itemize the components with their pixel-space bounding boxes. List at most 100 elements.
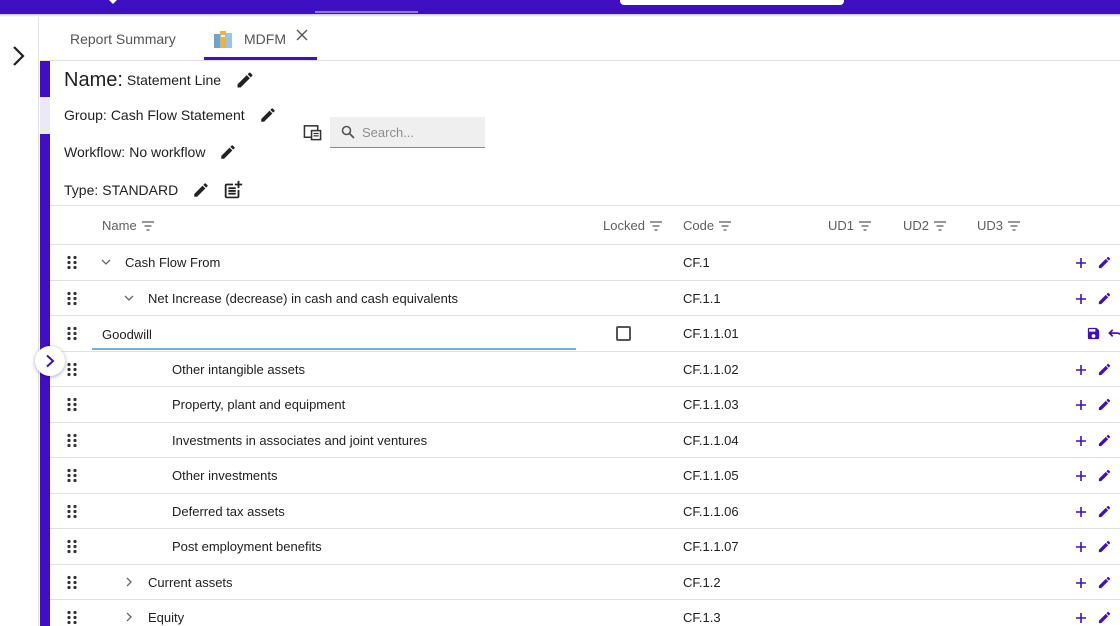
global-search-field[interactable] <box>620 0 844 5</box>
drag-handle-icon[interactable] <box>66 397 78 412</box>
row-name: Property, plant and equipment <box>172 397 346 412</box>
search-field[interactable] <box>330 117 485 148</box>
row-code: CF.1.1.04 <box>683 432 739 448</box>
chevron-right-icon[interactable] <box>123 611 135 623</box>
table-row[interactable]: Other investments CF.1.1.05 <box>50 458 1120 494</box>
expand-panel-button[interactable] <box>35 346 65 376</box>
filter-icon[interactable] <box>649 220 662 231</box>
undo-icon[interactable] <box>1108 327 1120 340</box>
chevron-right-icon[interactable] <box>8 44 30 68</box>
row-code: CF.1.1.02 <box>683 361 739 377</box>
filter-icon[interactable] <box>1008 220 1021 231</box>
section-accent-bar <box>40 61 50 626</box>
drag-handle-icon[interactable] <box>66 610 78 625</box>
add-child-plus-icon[interactable] <box>1074 505 1088 519</box>
edit-row-pencil-icon[interactable] <box>1097 291 1112 306</box>
column-header-locked[interactable]: Locked <box>603 206 662 245</box>
edit-row-pencil-icon[interactable] <box>1097 255 1112 270</box>
table-row[interactable]: CF.1.1.01 <box>50 316 1120 352</box>
name-row: Name: Statement Line <box>64 67 255 93</box>
row-code: CF.1 <box>683 255 710 270</box>
section-accent-highlight <box>40 97 50 134</box>
column-header-name[interactable]: Name <box>102 206 154 245</box>
tab-mdfm[interactable]: MDFM <box>204 17 317 60</box>
table-row[interactable]: Property, plant and equipment CF.1.1.03 <box>50 387 1120 423</box>
edit-row-pencil-icon[interactable] <box>1097 504 1112 519</box>
drag-handle-icon[interactable] <box>66 326 78 341</box>
table-row[interactable]: Other intangible assets CF.1.1.02 <box>50 352 1120 387</box>
drag-handle-icon[interactable] <box>66 433 78 448</box>
chevron-down-icon[interactable] <box>100 256 112 268</box>
top-nav-active-indicator <box>315 11 418 13</box>
view-toggle-icon[interactable] <box>303 123 322 142</box>
row-name: Other investments <box>172 468 278 483</box>
add-child-plus-icon[interactable] <box>1074 398 1088 412</box>
row-name-input[interactable] <box>92 320 576 350</box>
column-label: Code <box>683 218 715 233</box>
add-child-plus-icon[interactable] <box>1074 256 1088 270</box>
edit-row-pencil-icon[interactable] <box>1097 433 1112 448</box>
filter-icon[interactable] <box>719 220 732 231</box>
table-row[interactable]: Investments in associates and joint vent… <box>50 423 1120 458</box>
add-child-plus-icon[interactable] <box>1074 363 1088 377</box>
column-header-ud3[interactable]: UD3 <box>977 206 1021 245</box>
drag-handle-icon[interactable] <box>66 291 78 306</box>
table-row[interactable]: Deferred tax assets CF.1.1.06 <box>50 494 1120 529</box>
add-child-plus-icon[interactable] <box>1074 469 1088 483</box>
logo-icon <box>109 0 117 4</box>
filter-icon[interactable] <box>859 220 872 231</box>
row-name: Other intangible assets <box>172 361 305 377</box>
column-label: Name <box>102 218 137 233</box>
chevron-down-icon[interactable] <box>123 292 135 304</box>
save-icon[interactable] <box>1086 326 1101 341</box>
row-name: Equity <box>148 610 185 625</box>
drag-handle-icon[interactable] <box>66 504 78 519</box>
edit-row-pencil-icon[interactable] <box>1097 397 1112 412</box>
close-icon[interactable] <box>296 29 308 41</box>
edit-row-pencil-icon[interactable] <box>1097 575 1112 590</box>
search-input[interactable] <box>362 124 482 140</box>
left-rail <box>0 17 39 626</box>
edit-workflow-pencil-icon[interactable] <box>219 143 237 161</box>
table-row[interactable]: Net Increase (decrease) in cash and cash… <box>50 281 1120 316</box>
column-header-code[interactable]: Code <box>683 206 732 245</box>
drag-handle-icon[interactable] <box>66 362 78 377</box>
edit-row-pencil-icon[interactable] <box>1097 362 1112 377</box>
table-row[interactable]: Equity CF.1.3 <box>50 600 1120 626</box>
edit-row-pencil-icon[interactable] <box>1097 468 1112 483</box>
add-child-plus-icon[interactable] <box>1074 434 1088 448</box>
locked-checkbox[interactable] <box>616 326 631 341</box>
add-child-plus-icon[interactable] <box>1074 611 1088 625</box>
column-header-ud2[interactable]: UD2 <box>903 206 947 245</box>
table-row[interactable]: Current assets CF.1.2 <box>50 565 1120 600</box>
tab-report-summary[interactable]: Report Summary <box>70 17 176 60</box>
drag-handle-icon[interactable] <box>66 255 78 270</box>
row-code: CF.1.1.06 <box>683 503 739 519</box>
drag-handle-icon[interactable] <box>66 539 78 554</box>
name-label: Name: <box>64 68 123 91</box>
column-header-ud1[interactable]: UD1 <box>828 206 872 245</box>
type-row: Type: STANDARD <box>64 179 244 201</box>
edit-name-pencil-icon[interactable] <box>235 70 255 90</box>
chevron-right-icon[interactable] <box>123 576 135 588</box>
add-child-plus-icon[interactable] <box>1074 576 1088 590</box>
drag-handle-icon[interactable] <box>66 468 78 483</box>
add-child-plus-icon[interactable] <box>1074 540 1088 554</box>
grid-body: Cash Flow From CF.1 Net Increase (decrease… <box>50 245 1120 626</box>
edit-row-pencil-icon[interactable] <box>1097 610 1112 625</box>
post-add-icon[interactable] <box>222 179 244 201</box>
table-row[interactable]: Post employment benefits CF.1.1.07 <box>50 529 1120 565</box>
drag-handle-icon[interactable] <box>66 575 78 590</box>
name-value: Statement Line <box>126 72 222 88</box>
filter-icon[interactable] <box>141 220 154 231</box>
filter-icon[interactable] <box>934 220 947 231</box>
type-value: STANDARD <box>102 182 179 198</box>
add-child-plus-icon[interactable] <box>1074 292 1088 306</box>
edit-group-pencil-icon[interactable] <box>259 106 277 124</box>
tab-label: Report Summary <box>70 30 176 47</box>
edit-row-pencil-icon[interactable] <box>1097 539 1112 554</box>
row-code: CF.1.1.05 <box>683 468 739 483</box>
edit-type-pencil-icon[interactable] <box>192 181 210 199</box>
table-row[interactable]: Cash Flow From CF.1 <box>50 245 1120 281</box>
app-top-bar <box>0 0 1120 14</box>
